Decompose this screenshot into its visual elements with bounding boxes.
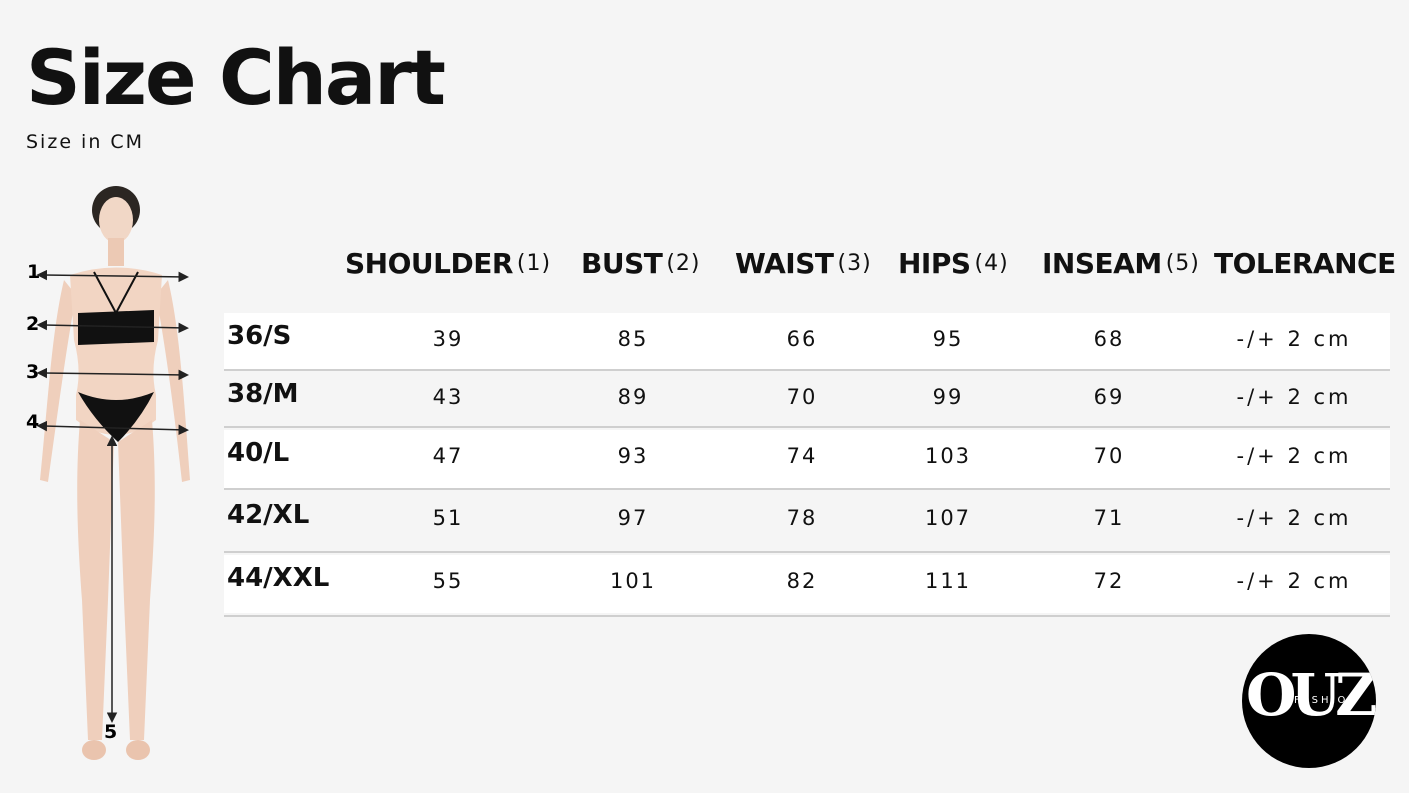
header-bust: BUST (2) <box>581 244 701 282</box>
table-row: 42/XL 51 97 78 107 71 -/+ 2 cm <box>224 492 1390 550</box>
table-row: 38/M 43 89 70 99 69 -/+ 2 cm <box>224 371 1390 429</box>
header-inseam: INSEAM (5) <box>1042 244 1200 282</box>
header-shoulder-label: SHOULDER <box>345 246 513 280</box>
shoulder-value: 47 <box>432 444 464 468</box>
shoulder-value: 43 <box>432 385 464 409</box>
header-shoulder: SHOULDER (1) <box>345 244 551 282</box>
row-divider <box>224 488 1390 490</box>
marker-4: 4 <box>26 411 39 433</box>
header-tolerance: TOLERANCE <box>1214 244 1400 282</box>
waist-value: 78 <box>786 506 818 530</box>
header-hips-number: (4) <box>974 250 1009 276</box>
waist-value: 82 <box>786 569 818 593</box>
table-row: 40/L 47 93 74 103 70 -/+ 2 cm <box>224 430 1390 488</box>
hips-value: 99 <box>932 385 964 409</box>
row-divider <box>224 615 1390 617</box>
header-bust-number: (2) <box>666 250 701 276</box>
page-subtitle: Size in CM <box>26 131 145 153</box>
row-divider <box>224 551 1390 553</box>
measurement-figure-illustration: 1 2 3 4 5 <box>26 186 190 760</box>
inseam-value: 71 <box>1093 506 1125 530</box>
waist-value: 66 <box>786 327 818 351</box>
marker-3: 3 <box>26 361 39 383</box>
bust-value: 93 <box>617 444 649 468</box>
hips-value: 95 <box>932 327 964 351</box>
marker-2: 2 <box>26 313 39 335</box>
hips-value: 111 <box>924 569 972 593</box>
marker-1: 1 <box>27 261 40 283</box>
bust-value: 85 <box>617 327 649 351</box>
shoulder-value: 39 <box>432 327 464 351</box>
inseam-value: 68 <box>1093 327 1125 351</box>
page-title: Size Chart <box>26 33 446 122</box>
waist-value: 70 <box>786 385 818 409</box>
tolerance-value: -/+ 2 cm <box>1236 569 1352 593</box>
header-inseam-number: (5) <box>1165 250 1200 276</box>
size-label: 44/XXL <box>227 563 330 593</box>
bust-value: 97 <box>617 506 649 530</box>
header-hips: HIPS (4) <box>898 244 1009 282</box>
table-row: 36/S 39 85 66 95 68 -/+ 2 cm <box>224 313 1390 371</box>
inseam-value: 69 <box>1093 385 1125 409</box>
header-waist: WAIST (3) <box>735 244 872 282</box>
size-label: 42/XL <box>227 500 310 530</box>
brand-logo: OUZ FASHION <box>1242 634 1376 768</box>
size-label: 36/S <box>227 321 292 351</box>
shoulder-value: 51 <box>432 506 464 530</box>
tolerance-value: -/+ 2 cm <box>1236 506 1352 530</box>
header-hips-label: HIPS <box>898 246 971 280</box>
inseam-value: 70 <box>1093 444 1125 468</box>
bust-value: 89 <box>617 385 649 409</box>
marker-5: 5 <box>104 721 117 743</box>
waist-value: 74 <box>786 444 818 468</box>
size-label: 40/L <box>227 438 290 468</box>
tolerance-value: -/+ 2 cm <box>1236 385 1352 409</box>
header-waist-number: (3) <box>837 250 872 276</box>
header-shoulder-number: (1) <box>516 250 552 276</box>
row-divider <box>224 426 1390 428</box>
bust-value: 101 <box>609 569 657 593</box>
shoulder-value: 55 <box>432 569 464 593</box>
table-row: 44/XXL 55 101 82 111 72 -/+ 2 cm <box>224 555 1390 613</box>
header-waist-label: WAIST <box>735 246 834 280</box>
tolerance-value: -/+ 2 cm <box>1236 327 1352 351</box>
tolerance-value: -/+ 2 cm <box>1236 444 1352 468</box>
hips-value: 107 <box>924 506 972 530</box>
size-label: 38/M <box>227 379 299 409</box>
inseam-value: 72 <box>1093 569 1125 593</box>
logo-wordmark: FASHION <box>1294 695 1359 706</box>
header-tolerance-label: TOLERANCE <box>1214 246 1396 280</box>
header-inseam-label: INSEAM <box>1042 246 1162 280</box>
header-bust-label: BUST <box>581 246 663 280</box>
hips-value: 103 <box>924 444 972 468</box>
